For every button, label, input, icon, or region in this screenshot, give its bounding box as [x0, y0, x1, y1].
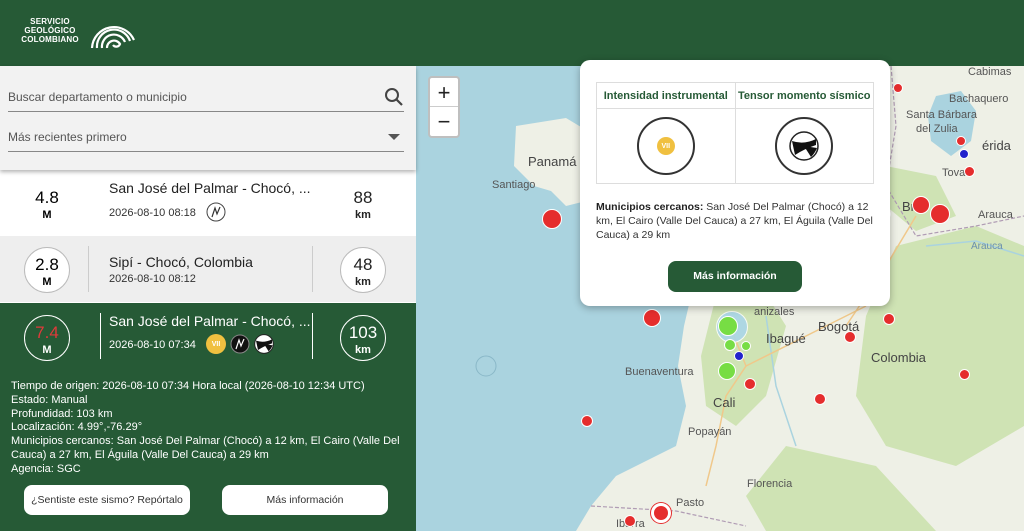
map-label-cali: Cali: [713, 395, 736, 410]
divider: [312, 313, 313, 359]
quake-marker[interactable]: [724, 339, 736, 351]
filter-panel: Buscar departamento o municipio Más reci…: [0, 66, 416, 170]
event-title: San José del Palmar - Chocó, ...: [109, 313, 311, 329]
location: Localización: 4.99°,-76.29°: [11, 421, 143, 434]
event-details: Tiempo de origen: 2026-08-10 07:34 Hora …: [0, 373, 416, 531]
depth-detail: Profundidad: 103 km: [11, 407, 113, 420]
origin-time: Tiempo de origen: 2026-08-10 07:34 Hora …: [11, 380, 365, 392]
depth: 88 km: [353, 188, 373, 221]
quake-marker[interactable]: [893, 83, 903, 93]
depth: 103 km: [340, 315, 386, 361]
beachball-icon: [254, 334, 274, 354]
event-list-item[interactable]: 4.8 M San José del Palmar - Chocó, ... 2…: [0, 170, 416, 236]
intensity-badge: VII: [206, 334, 226, 354]
quake-marker[interactable]: [744, 378, 756, 390]
quake-marker[interactable]: [844, 331, 856, 343]
quake-marker[interactable]: [581, 415, 593, 427]
map-label-del-zulia: del Zulia: [916, 123, 958, 135]
event-time: 2026-08-10 08:12: [109, 273, 196, 285]
quake-marker[interactable]: [814, 393, 826, 405]
divider: [88, 246, 89, 292]
app-header: SERVICIO GEOLÓGICO COLOMBIANO: [0, 0, 1024, 66]
map-label-cabimas: Cabimas: [968, 66, 1012, 78]
zoom-out-button[interactable]: −: [430, 107, 458, 136]
map-label-pasto: Pasto: [676, 497, 705, 509]
map-label-arauca-city: Arauca: [978, 209, 1013, 221]
nearby-municipalities: Municipios cercanos: San José Del Palmar…: [11, 435, 400, 461]
quake-marker[interactable]: [741, 341, 751, 351]
more-info-button[interactable]: Más información: [222, 485, 388, 515]
beachball-icon: [789, 131, 819, 161]
map-label-florencia: Florencia: [747, 478, 793, 490]
status: Estado: Manual: [11, 393, 88, 406]
map-label-buenaventura: Buenaventura: [625, 366, 694, 378]
quake-marker[interactable]: [643, 309, 661, 327]
magnitude: 2.8 M: [24, 247, 70, 293]
popup-municipalities: Municipios cercanos: San José Del Palmar…: [596, 201, 873, 241]
quake-marker[interactable]: [930, 204, 950, 224]
map-label-manizales: anizales: [754, 306, 795, 318]
intensity-column: Intensidad instrumental VII: [597, 83, 736, 183]
event-time: 2026-08-10 08:18: [109, 207, 196, 219]
search-input[interactable]: Buscar departamento o municipio: [8, 82, 404, 112]
logo-text: SERVICIO GEOLÓGICO COLOMBIANO: [21, 16, 79, 44]
quake-marker[interactable]: [883, 313, 895, 325]
quake-marker[interactable]: [542, 209, 562, 229]
intensity-map-thumbnail[interactable]: VII: [636, 117, 695, 175]
magnitude: 7.4 M: [24, 315, 70, 361]
intensity-header: Intensidad instrumental: [597, 83, 735, 109]
map-label-arauca-river: Arauca: [971, 241, 1003, 252]
map-label-bachaquero: Bachaquero: [949, 93, 1009, 105]
quake-marker[interactable]: [651, 503, 671, 523]
felt-report-icon: [230, 334, 250, 354]
intensity-badge: VII: [656, 137, 675, 155]
event-title: San José del Palmar - Chocó, ...: [109, 180, 311, 196]
map-label-popayan: Popayán: [688, 426, 732, 438]
map-label-merida: érida: [982, 138, 1011, 153]
search-icon[interactable]: [384, 87, 404, 107]
divider: [100, 313, 101, 359]
quake-marker[interactable]: [912, 196, 930, 214]
map-label-santiago: Santiago: [492, 179, 536, 191]
quake-marker-selected[interactable]: [718, 316, 738, 336]
agency: Agencia: SGC: [11, 462, 81, 475]
sgc-logo[interactable]: SERVICIO GEOLÓGICO COLOMBIANO: [14, 8, 138, 52]
quake-marker[interactable]: [956, 136, 966, 146]
divider: [312, 246, 313, 292]
map-label-ibague: Ibagué: [766, 331, 806, 346]
popup-info-table: Intensidad instrumental VII Tensor momen…: [596, 82, 874, 184]
sort-select[interactable]: Más recientes primero: [8, 122, 404, 152]
report-felt-button[interactable]: ¿Sentiste este sismo? Repórtalo: [24, 485, 190, 515]
zoom-in-button[interactable]: +: [430, 78, 458, 107]
depth: 48 km: [340, 247, 386, 293]
moment-tensor-column: Tensor momento sísmico: [735, 83, 873, 183]
event-time: 2026-08-10 07:34: [109, 339, 196, 351]
quake-marker[interactable]: [718, 362, 736, 380]
quake-marker[interactable]: [964, 166, 975, 177]
quake-marker[interactable]: [959, 369, 970, 380]
spiral-logo-icon: [90, 26, 136, 49]
zoom-control: + −: [428, 76, 460, 138]
event-list-item[interactable]: 2.8 M Sipí - Chocó, Colombia 2026-08-10 …: [0, 236, 416, 302]
quake-marker[interactable]: [734, 351, 744, 361]
sidebar: Buscar departamento o municipio Más reci…: [0, 66, 416, 531]
event-popup: Intensidad instrumental VII Tensor momen…: [580, 60, 890, 306]
event-title: Sipí - Chocó, Colombia: [109, 254, 253, 270]
event-list-item-selected[interactable]: 7.4 M San José del Palmar - Chocó, ... 2…: [0, 303, 416, 373]
quake-marker[interactable]: [959, 149, 969, 159]
map-label-panama: Panamá: [528, 154, 577, 169]
felt-report-icon: [206, 202, 226, 222]
map-label-santa-barbara: Santa Bárbara: [906, 109, 977, 121]
moment-tensor-thumbnail[interactable]: [775, 117, 834, 175]
quake-marker[interactable]: [624, 515, 636, 527]
moment-tensor-header: Tensor momento sísmico: [735, 83, 873, 109]
chevron-down-icon: [388, 133, 400, 140]
map-label-colombia: Colombia: [871, 350, 926, 365]
popup-more-info-button[interactable]: Más información: [668, 261, 802, 292]
magnitude: 4.8 M: [35, 188, 59, 221]
